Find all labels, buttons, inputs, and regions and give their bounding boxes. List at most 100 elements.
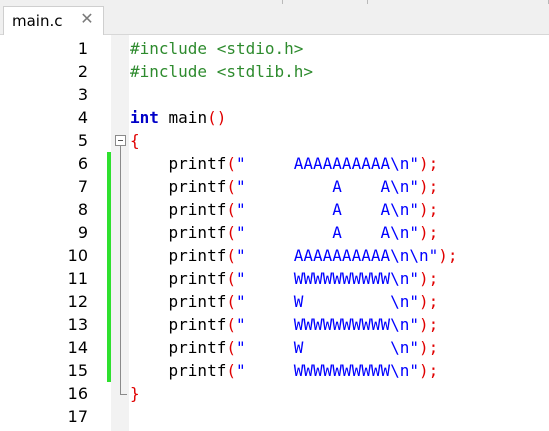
code-token-str: " AAAAAAAAAA\n" bbox=[235, 154, 419, 173]
code-line[interactable]: 11 printf(" WWWWWWWWWW\n"); bbox=[0, 267, 549, 290]
code-line[interactable]: 7 printf(" A A\n"); bbox=[0, 175, 549, 198]
code-token-fn: printf bbox=[130, 223, 227, 242]
line-number: 14 bbox=[67, 338, 88, 357]
code-text: printf(" WWWWWWWWWW\n"); bbox=[130, 359, 439, 382]
code-line[interactable]: 13 printf(" WWWWWWWWWW\n"); bbox=[0, 313, 549, 336]
line-number: 4 bbox=[77, 108, 88, 127]
code-token-fn: printf bbox=[130, 246, 227, 265]
code-line[interactable]: 14 printf(" W \n"); bbox=[0, 336, 549, 359]
code-token-op: ); bbox=[438, 246, 458, 265]
code-token-op: ( bbox=[226, 200, 236, 219]
tab-label: main.c bbox=[12, 12, 63, 30]
code-token-op: ( bbox=[226, 269, 236, 288]
code-token-op: ( bbox=[226, 246, 236, 265]
code-token-op: ); bbox=[419, 361, 439, 380]
code-line[interactable]: 4 int main() bbox=[0, 106, 549, 129]
code-token-op: () bbox=[207, 108, 227, 127]
code-line[interactable]: 16} bbox=[0, 382, 549, 405]
code-token-str: " W \n" bbox=[235, 292, 419, 311]
line-number: 5 bbox=[77, 131, 88, 150]
code-token-op: ( bbox=[226, 154, 236, 173]
code-text: printf(" A A\n"); bbox=[130, 198, 439, 221]
fold-range-end bbox=[120, 394, 127, 395]
code-line[interactable]: 2 #include <stdlib.h> bbox=[0, 60, 549, 83]
code-line[interactable]: 17 bbox=[0, 405, 549, 428]
code-token-op: ( bbox=[226, 177, 236, 196]
code-token-fn: main bbox=[158, 108, 208, 127]
code-token-op: ); bbox=[419, 269, 439, 288]
tab-main-c[interactable]: main.c ✕ bbox=[3, 6, 104, 35]
code-token-pre: #include <stdlib.h> bbox=[130, 62, 314, 81]
code-token-pre: #include <stdio.h> bbox=[130, 39, 304, 58]
code-token-op: ); bbox=[419, 177, 439, 196]
code-token-str: " A A\n" bbox=[235, 177, 419, 196]
code-token-op: ( bbox=[226, 292, 236, 311]
code-line[interactable]: 12 printf(" W \n"); bbox=[0, 290, 549, 313]
code-text: int main() bbox=[130, 106, 226, 129]
change-marker bbox=[107, 290, 111, 313]
change-marker bbox=[107, 221, 111, 244]
code-token-fn: printf bbox=[130, 292, 227, 311]
fold-collapse-icon[interactable] bbox=[115, 135, 126, 146]
line-number: 3 bbox=[77, 85, 88, 104]
code-token-op: ); bbox=[419, 292, 439, 311]
code-token-op: ( bbox=[226, 361, 236, 380]
code-token-fn: printf bbox=[130, 361, 227, 380]
code-token-op: ( bbox=[226, 338, 236, 357]
code-token-op: ); bbox=[419, 315, 439, 334]
code-token-str: " A A\n" bbox=[235, 200, 419, 219]
code-text: printf(" WWWWWWWWWW\n"); bbox=[130, 313, 439, 336]
line-number: 17 bbox=[67, 407, 88, 426]
code-token-fn: printf bbox=[130, 338, 227, 357]
line-number: 8 bbox=[77, 200, 88, 219]
code-token-op: ); bbox=[419, 154, 439, 173]
code-token-str: " WWWWWWWWWW\n" bbox=[235, 269, 419, 288]
code-text: } bbox=[130, 382, 140, 405]
code-editor[interactable]: 1 #include <stdio.h> 2 #include <stdlib.h> 3… bbox=[0, 35, 549, 431]
code-line[interactable]: 15 printf(" WWWWWWWWWW\n"); bbox=[0, 359, 549, 382]
change-marker bbox=[107, 336, 111, 359]
code-token-str: " W \n" bbox=[235, 338, 419, 357]
change-marker bbox=[107, 175, 111, 198]
code-line[interactable]: 1 #include <stdio.h> bbox=[0, 37, 549, 60]
code-line[interactable]: 5{ bbox=[0, 129, 549, 152]
line-number: 12 bbox=[67, 292, 88, 311]
change-marker bbox=[107, 267, 111, 290]
code-text: #include <stdlib.h> bbox=[130, 60, 313, 83]
code-line[interactable]: 9 printf(" A A\n"); bbox=[0, 221, 549, 244]
line-number: 13 bbox=[67, 315, 88, 334]
code-line[interactable]: 10 printf(" AAAAAAAAAA\n\n"); bbox=[0, 244, 549, 267]
code-token-op: ); bbox=[419, 338, 439, 357]
code-token-str: " AAAAAAAAAA\n\n" bbox=[235, 246, 439, 265]
code-token-str: " WWWWWWWWWW\n" bbox=[235, 315, 419, 334]
code-token-fn: printf bbox=[130, 154, 227, 173]
code-text: printf(" A A\n"); bbox=[130, 175, 439, 198]
change-marker bbox=[107, 198, 111, 221]
code-token-op: ( bbox=[226, 315, 236, 334]
change-marker bbox=[107, 359, 111, 382]
code-text: printf(" A A\n"); bbox=[130, 221, 439, 244]
code-line[interactable]: 8 printf(" A A\n"); bbox=[0, 198, 549, 221]
code-token-str: " WWWWWWWWWW\n" bbox=[235, 361, 419, 380]
code-token-op: ( bbox=[226, 223, 236, 242]
line-number: 16 bbox=[67, 384, 88, 403]
change-marker bbox=[107, 244, 111, 267]
line-number: 6 bbox=[77, 154, 88, 173]
line-number: 7 bbox=[77, 177, 88, 196]
code-text: printf(" AAAAAAAAAA\n"); bbox=[130, 152, 439, 175]
change-marker bbox=[107, 152, 111, 175]
code-token-op: ); bbox=[419, 200, 439, 219]
line-number: 15 bbox=[67, 361, 88, 380]
code-line[interactable]: 6 printf(" AAAAAAAAAA\n"); bbox=[0, 152, 549, 175]
code-text: #include <stdio.h> bbox=[130, 37, 303, 60]
code-text: printf(" WWWWWWWWWW\n"); bbox=[130, 267, 439, 290]
close-icon[interactable]: ✕ bbox=[78, 10, 96, 28]
code-token-fn: printf bbox=[130, 200, 227, 219]
line-number: 1 bbox=[77, 39, 88, 58]
code-line[interactable]: 3 bbox=[0, 83, 549, 106]
code-text: printf(" AAAAAAAAAA\n\n"); bbox=[130, 244, 458, 267]
code-token-fn: printf bbox=[130, 315, 227, 334]
line-number: 10 bbox=[67, 246, 88, 265]
line-number: 9 bbox=[77, 223, 88, 242]
code-text: printf(" W \n"); bbox=[130, 336, 439, 359]
